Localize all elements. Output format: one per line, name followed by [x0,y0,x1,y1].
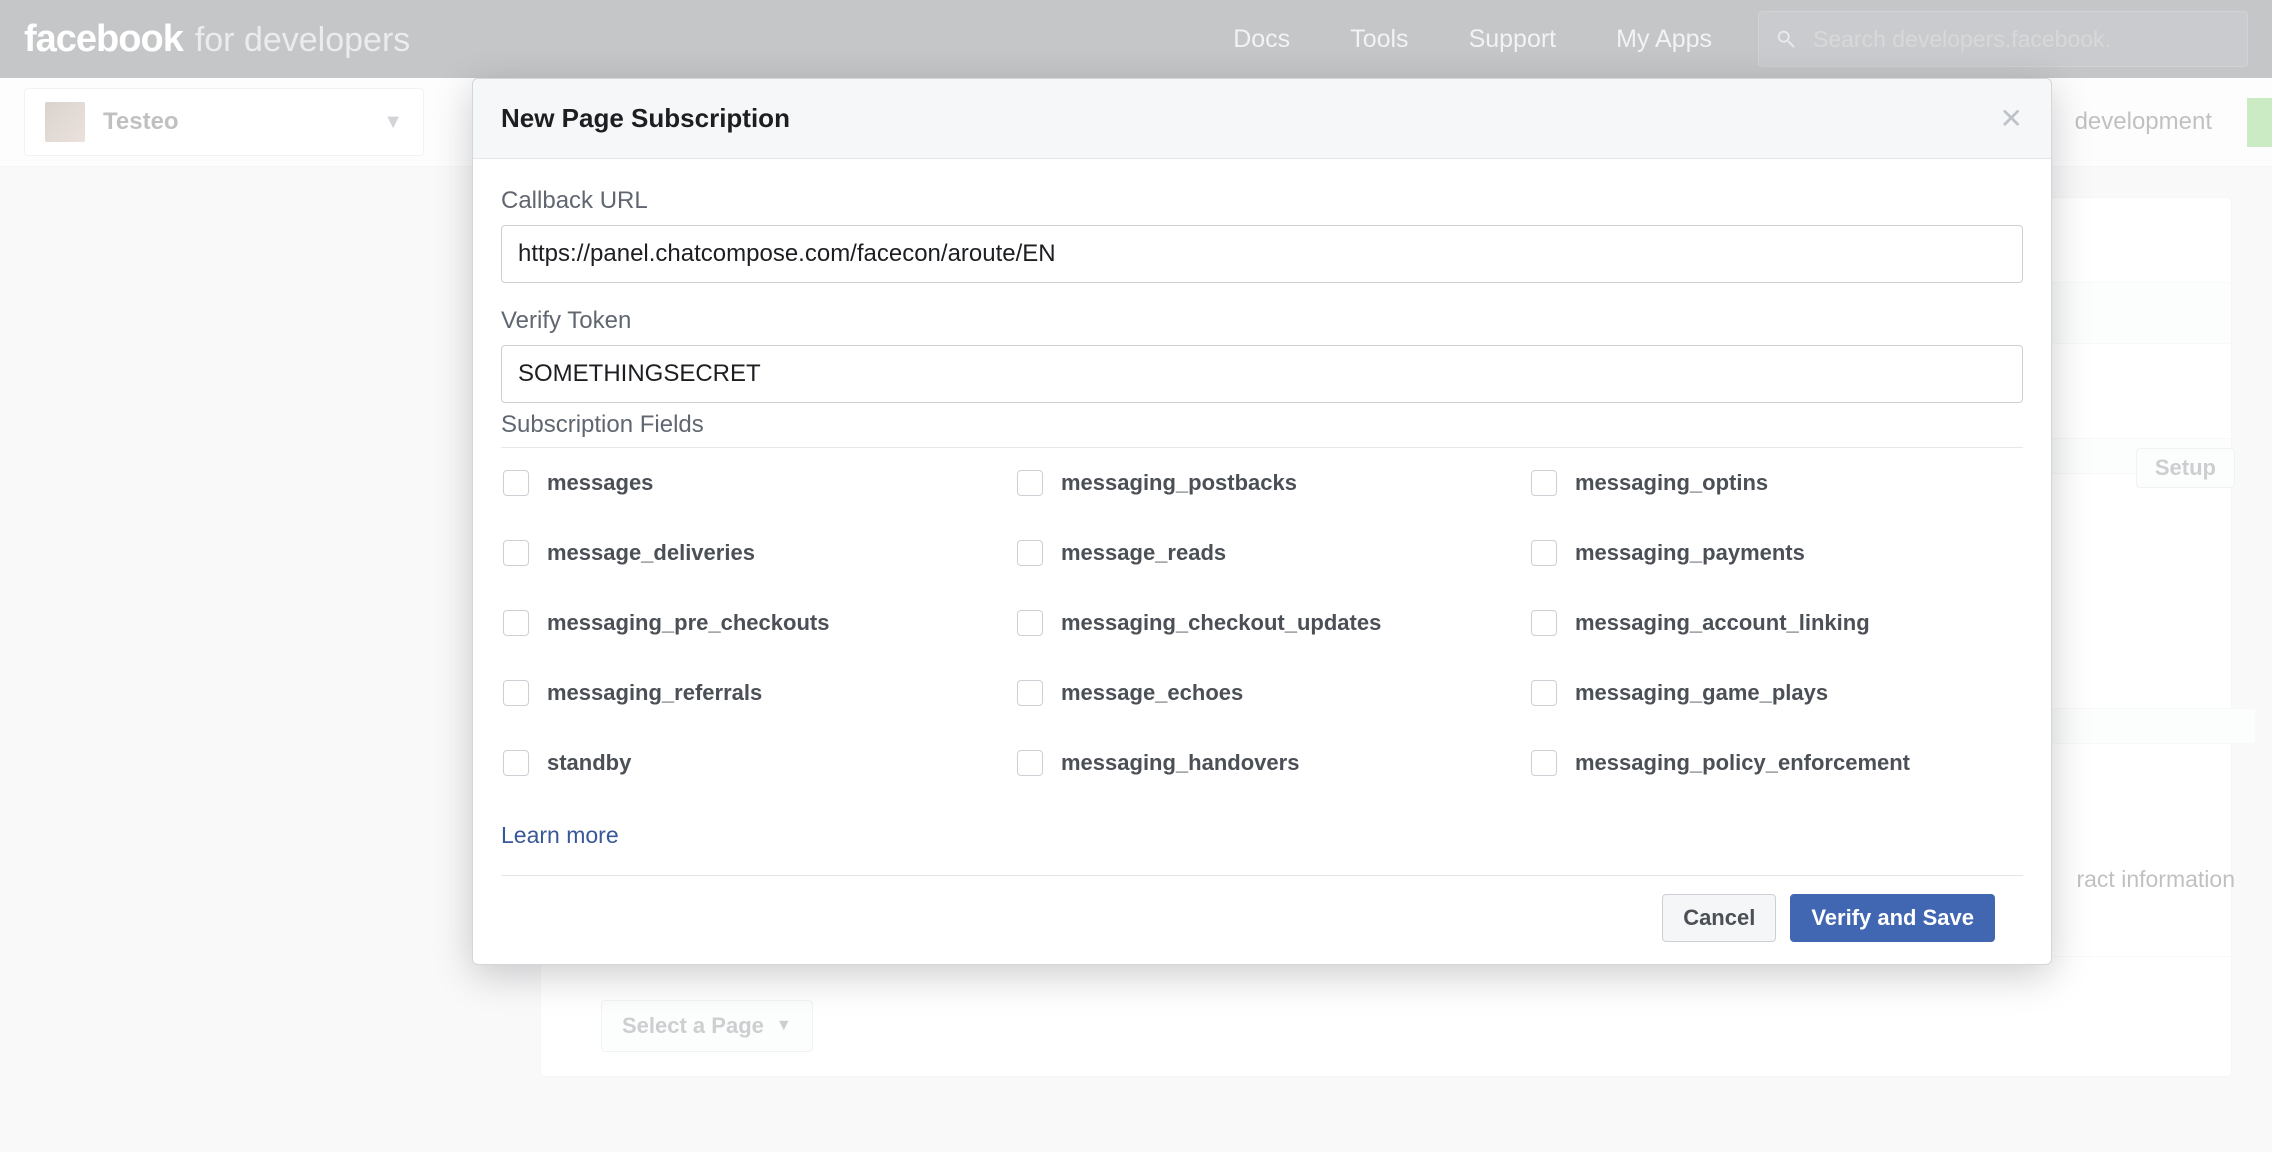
subscription-field-standby[interactable]: standby [501,728,995,798]
verify-token-label: Verify Token [501,307,2023,335]
subscription-field-messaging-referrals[interactable]: messaging_referrals [501,658,995,728]
cancel-button[interactable]: Cancel [1662,894,1776,942]
callback-url-label: Callback URL [501,187,2023,215]
subscription-field-label: messaging_account_linking [1575,610,1870,636]
subscription-field-messaging-game-plays[interactable]: messaging_game_plays [1529,658,2023,728]
checkbox-messaging-postbacks[interactable] [1017,470,1043,496]
learn-more-link[interactable]: Learn more [501,822,2023,849]
subscription-field-messaging-handovers[interactable]: messaging_handovers [1015,728,1509,798]
subscription-field-messages[interactable]: messages [501,448,995,518]
subscription-field-message-deliveries[interactable]: message_deliveries [501,518,995,588]
subscription-field-messaging-pre-checkouts[interactable]: messaging_pre_checkouts [501,588,995,658]
checkbox-messaging-checkout-updates[interactable] [1017,610,1043,636]
subscription-fields-label: Subscription Fields [501,411,2023,439]
modal-header: New Page Subscription ✕ [473,79,2051,159]
subscription-field-message-reads[interactable]: message_reads [1015,518,1509,588]
subscription-field-messaging-payments[interactable]: messaging_payments [1529,518,2023,588]
subscription-field-label: messaging_game_plays [1575,680,1828,706]
subscription-field-messaging-postbacks[interactable]: messaging_postbacks [1015,448,1509,518]
checkbox-message-echoes[interactable] [1017,680,1043,706]
subscription-field-messaging-optins[interactable]: messaging_optins [1529,448,2023,518]
subscription-field-label: message_echoes [1061,680,1243,706]
subscription-field-label: messaging_pre_checkouts [547,610,829,636]
callback-url-input[interactable] [501,225,2023,283]
checkbox-messaging-pre-checkouts[interactable] [503,610,529,636]
modal-body: Callback URL Verify Token Subscription F… [473,159,2051,875]
subscription-field-messaging-checkout-updates[interactable]: messaging_checkout_updates [1015,588,1509,658]
checkbox-messaging-payments[interactable] [1531,540,1557,566]
checkbox-messaging-policy-enforcement[interactable] [1531,750,1557,776]
subscription-field-label: messaging_policy_enforcement [1575,750,1910,776]
modal-title: New Page Subscription [501,103,790,134]
subscription-field-message-echoes[interactable]: message_echoes [1015,658,1509,728]
subscription-field-label: messaging_payments [1575,540,1805,566]
checkbox-message-deliveries[interactable] [503,540,529,566]
modal-new-page-subscription: New Page Subscription ✕ Callback URL Ver… [472,78,2052,965]
checkbox-messaging-optins[interactable] [1531,470,1557,496]
checkbox-messaging-referrals[interactable] [503,680,529,706]
subscription-field-label: standby [547,750,631,776]
checkbox-messaging-account-linking[interactable] [1531,610,1557,636]
checkbox-message-reads[interactable] [1017,540,1043,566]
subscription-field-label: messages [547,470,653,496]
checkbox-messaging-game-plays[interactable] [1531,680,1557,706]
subscription-field-label: messaging_optins [1575,470,1768,496]
checkbox-messages[interactable] [503,470,529,496]
verify-save-button[interactable]: Verify and Save [1790,894,1995,942]
subscription-field-label: messaging_postbacks [1061,470,1297,496]
subscription-field-label: messaging_checkout_updates [1061,610,1381,636]
checkbox-standby[interactable] [503,750,529,776]
subscription-field-label: messaging_handovers [1061,750,1299,776]
verify-token-input[interactable] [501,345,2023,403]
subscription-field-messaging-policy-enforcement[interactable]: messaging_policy_enforcement [1529,728,2023,798]
modal-footer: Cancel Verify and Save [501,875,2023,960]
subscription-fields-grid: messages messaging_postbacks messaging_opt… [501,447,2023,798]
subscription-field-label: message_reads [1061,540,1226,566]
subscription-field-messaging-account-linking[interactable]: messaging_account_linking [1529,588,2023,658]
checkbox-messaging-handovers[interactable] [1017,750,1043,776]
subscription-field-label: messaging_referrals [547,680,762,706]
subscription-field-label: message_deliveries [547,540,755,566]
close-icon[interactable]: ✕ [2000,105,2023,133]
